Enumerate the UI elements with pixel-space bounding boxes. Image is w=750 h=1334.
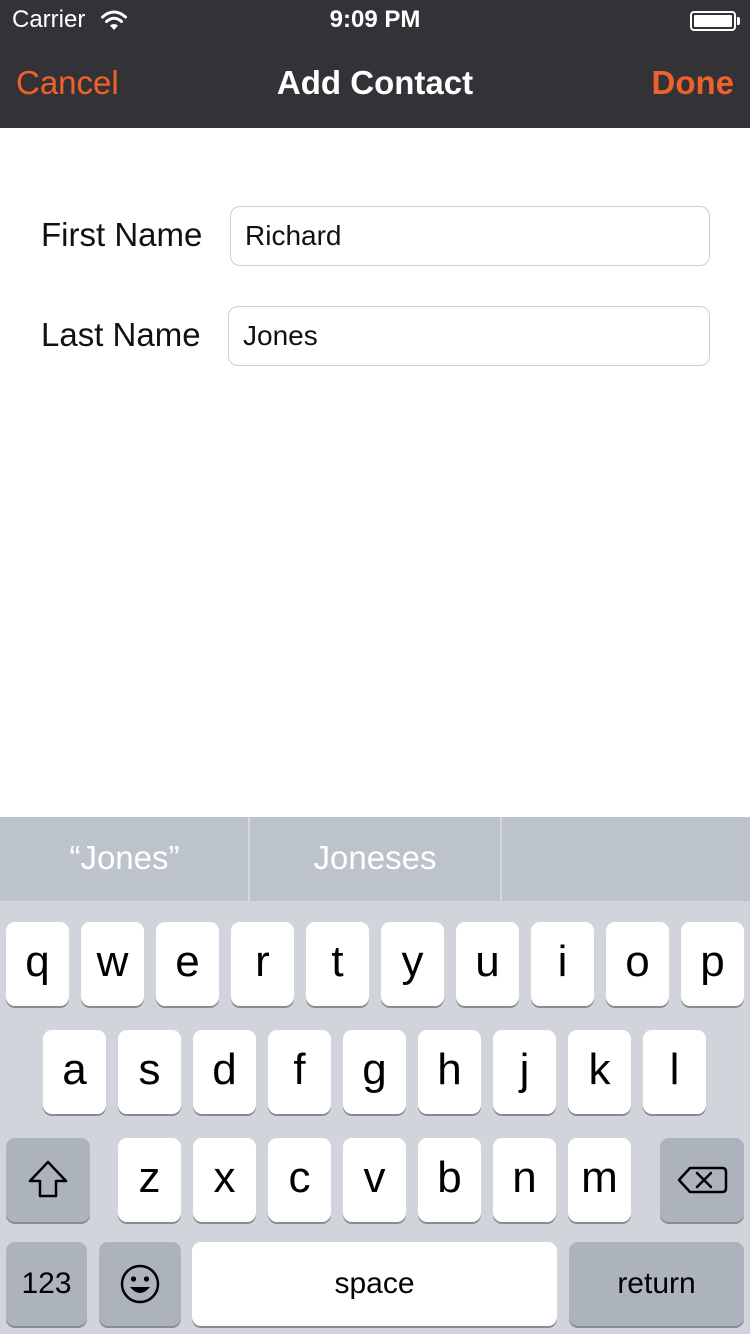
key-o[interactable]: o <box>606 922 669 1006</box>
key-s[interactable]: s <box>118 1030 181 1114</box>
key-k[interactable]: k <box>568 1030 631 1114</box>
emoji-icon <box>120 1264 160 1304</box>
key-q[interactable]: q <box>6 922 69 1006</box>
key-z[interactable]: z <box>118 1138 181 1222</box>
key-h[interactable]: h <box>418 1030 481 1114</box>
key-a[interactable]: a <box>43 1030 106 1114</box>
key-r[interactable]: r <box>231 922 294 1006</box>
first-name-label: First Name <box>41 216 203 253</box>
numbers-key[interactable]: 123 <box>6 1242 87 1326</box>
key-i[interactable]: i <box>531 922 594 1006</box>
key-e[interactable]: e <box>156 922 219 1006</box>
shift-icon <box>28 1160 68 1198</box>
suggestion-item[interactable] <box>501 817 750 901</box>
key-d[interactable]: d <box>193 1030 256 1114</box>
key-j[interactable]: j <box>493 1030 556 1114</box>
return-key[interactable]: return <box>569 1242 744 1326</box>
first-name-field[interactable] <box>230 206 710 266</box>
battery-icon <box>690 11 736 31</box>
space-key[interactable]: space <box>192 1242 557 1326</box>
key-f[interactable]: f <box>268 1030 331 1114</box>
key-n[interactable]: n <box>493 1138 556 1222</box>
key-y[interactable]: y <box>381 922 444 1006</box>
key-b[interactable]: b <box>418 1138 481 1222</box>
delete-key[interactable] <box>660 1138 744 1222</box>
key-t[interactable]: t <box>306 922 369 1006</box>
keyboard: “Jones” Joneses q w e r t y u i o p a s … <box>0 817 750 1334</box>
done-button[interactable]: Done <box>652 64 735 102</box>
suggestion-bar: “Jones” Joneses <box>0 817 750 901</box>
shift-key[interactable] <box>6 1138 90 1222</box>
suggestion-item[interactable]: Joneses <box>250 817 500 901</box>
status-time: 9:09 PM <box>329 6 421 33</box>
key-x[interactable]: x <box>193 1138 256 1222</box>
key-v[interactable]: v <box>343 1138 406 1222</box>
key-l[interactable]: l <box>643 1030 706 1114</box>
key-p[interactable]: p <box>681 922 744 1006</box>
status-bar: Carrier 9:09 PM <box>0 0 750 40</box>
key-g[interactable]: g <box>343 1030 406 1114</box>
key-u[interactable]: u <box>456 922 519 1006</box>
suggestion-item[interactable]: “Jones” <box>0 817 249 901</box>
emoji-key[interactable] <box>99 1242 181 1326</box>
key-w[interactable]: w <box>81 922 144 1006</box>
key-c[interactable]: c <box>268 1138 331 1222</box>
delete-icon <box>677 1166 728 1194</box>
key-m[interactable]: m <box>568 1138 631 1222</box>
last-name-label: Last Name <box>41 316 201 353</box>
last-name-field[interactable] <box>228 306 710 366</box>
page-title: Add Contact <box>276 64 474 101</box>
navigation-bar: Carrier 9:09 PM Cancel Add Contact Done <box>0 0 750 128</box>
battery-tip <box>737 17 740 25</box>
